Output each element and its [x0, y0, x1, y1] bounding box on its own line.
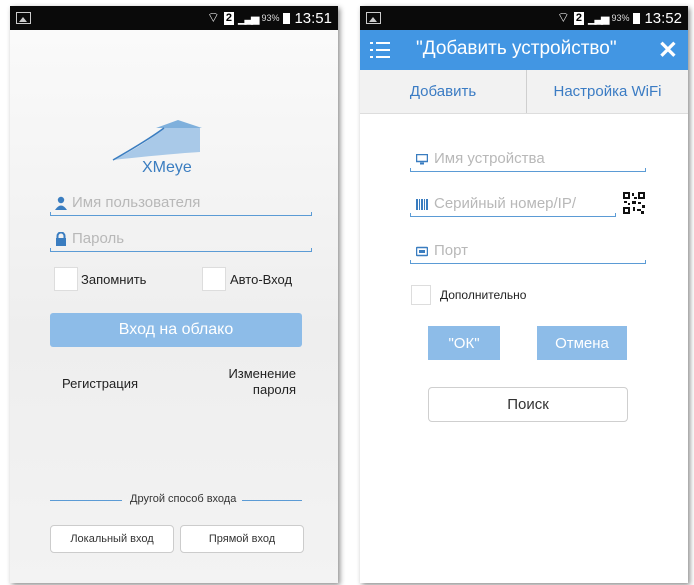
- divider-left: [50, 500, 122, 501]
- password-underline: [50, 248, 312, 252]
- status-bar: ⌔ 2 ▁▃▅ 93% 13:52: [360, 6, 688, 30]
- qr-code-icon[interactable]: [622, 191, 646, 215]
- password-field[interactable]: Пароль: [50, 230, 312, 252]
- status-time: 13:52: [644, 9, 682, 27]
- monitor-icon: [416, 154, 428, 165]
- tab-bar: Добавить Настройка WiFi: [360, 70, 688, 114]
- other-login-label: Другой способ входа: [130, 493, 237, 505]
- device-name-underline: [410, 168, 646, 172]
- close-icon[interactable]: ✕: [658, 36, 678, 65]
- port-field[interactable]: Порт: [410, 242, 646, 264]
- change-password-line2: пароля: [252, 382, 296, 397]
- battery-percent: 93%: [611, 13, 630, 23]
- password-placeholder: Пароль: [72, 230, 125, 247]
- add-device-screen: ⌔ 2 ▁▃▅ 93% 13:52 "Добавить устройство" …: [360, 6, 688, 583]
- cloud-login-button[interactable]: Вход на облако: [50, 313, 302, 347]
- change-password-link[interactable]: Изменение пароля: [216, 366, 296, 398]
- login-screen: ⌔ 2 ▁▃▅ 93% 13:51 XMeye Имя пользователя: [10, 6, 338, 583]
- username-field[interactable]: Имя пользователя: [50, 194, 312, 216]
- remember-label: Запомнить: [81, 272, 147, 287]
- serial-field[interactable]: Серийный номер/IP/: [410, 195, 616, 217]
- local-login-button[interactable]: Локальный вход: [50, 525, 174, 553]
- image-icon: [366, 12, 381, 24]
- autologin-label: Авто-Вход: [230, 272, 293, 287]
- signal-icon: ▁▃▅: [238, 12, 259, 25]
- advanced-checkbox[interactable]: [411, 285, 431, 305]
- serial-underline: [410, 213, 616, 217]
- divider-right: [242, 500, 302, 501]
- cancel-button[interactable]: Отмена: [537, 326, 627, 360]
- port-underline: [410, 260, 646, 264]
- add-device-body: [360, 114, 688, 583]
- username-placeholder: Имя пользователя: [72, 194, 201, 211]
- device-name-placeholder: Имя устройства: [434, 150, 545, 167]
- status-time: 13:51: [294, 9, 332, 27]
- ok-button[interactable]: "ОК": [428, 326, 500, 360]
- signal-icon: ▁▃▅: [588, 12, 609, 25]
- login-body: XMeye Имя пользователя Пароль Запомнить …: [10, 30, 338, 583]
- username-underline: [50, 212, 312, 216]
- change-password-line1: Изменение: [228, 366, 296, 381]
- sim-badge: 2: [573, 11, 585, 25]
- port-icon: [416, 246, 428, 257]
- port-placeholder: Порт: [434, 242, 469, 259]
- app-header: "Добавить устройство" ✕: [360, 30, 688, 70]
- device-name-field[interactable]: Имя устройства: [410, 150, 646, 172]
- serial-placeholder: Серийный номер/IP/: [434, 195, 577, 212]
- autologin-checkbox[interactable]: [202, 267, 226, 291]
- register-link[interactable]: Регистрация: [62, 376, 138, 392]
- lock-icon: [56, 232, 66, 246]
- image-icon: [16, 12, 31, 24]
- wifi-icon: ⌔: [556, 9, 570, 25]
- battery-percent: 93%: [261, 13, 280, 23]
- sim-badge: 2: [223, 11, 235, 25]
- advanced-label: Дополнительно: [440, 288, 527, 302]
- user-icon: [55, 196, 67, 210]
- barcode-icon: [416, 199, 428, 210]
- search-button[interactable]: Поиск: [428, 387, 628, 422]
- app-brand: XMeye: [142, 159, 192, 176]
- status-bar: ⌔ 2 ▁▃▅ 93% 13:51: [10, 6, 338, 30]
- tab-wifi-setup[interactable]: Настройка WiFi: [527, 70, 688, 113]
- tab-add[interactable]: Добавить: [360, 70, 526, 113]
- remember-checkbox[interactable]: [54, 267, 78, 291]
- wifi-icon: ⌔: [206, 9, 220, 25]
- battery-icon: [283, 12, 291, 24]
- page-title: "Добавить устройство": [416, 38, 617, 59]
- battery-icon: [633, 12, 641, 24]
- menu-icon[interactable]: [370, 42, 390, 58]
- direct-login-button[interactable]: Прямой вход: [180, 525, 304, 553]
